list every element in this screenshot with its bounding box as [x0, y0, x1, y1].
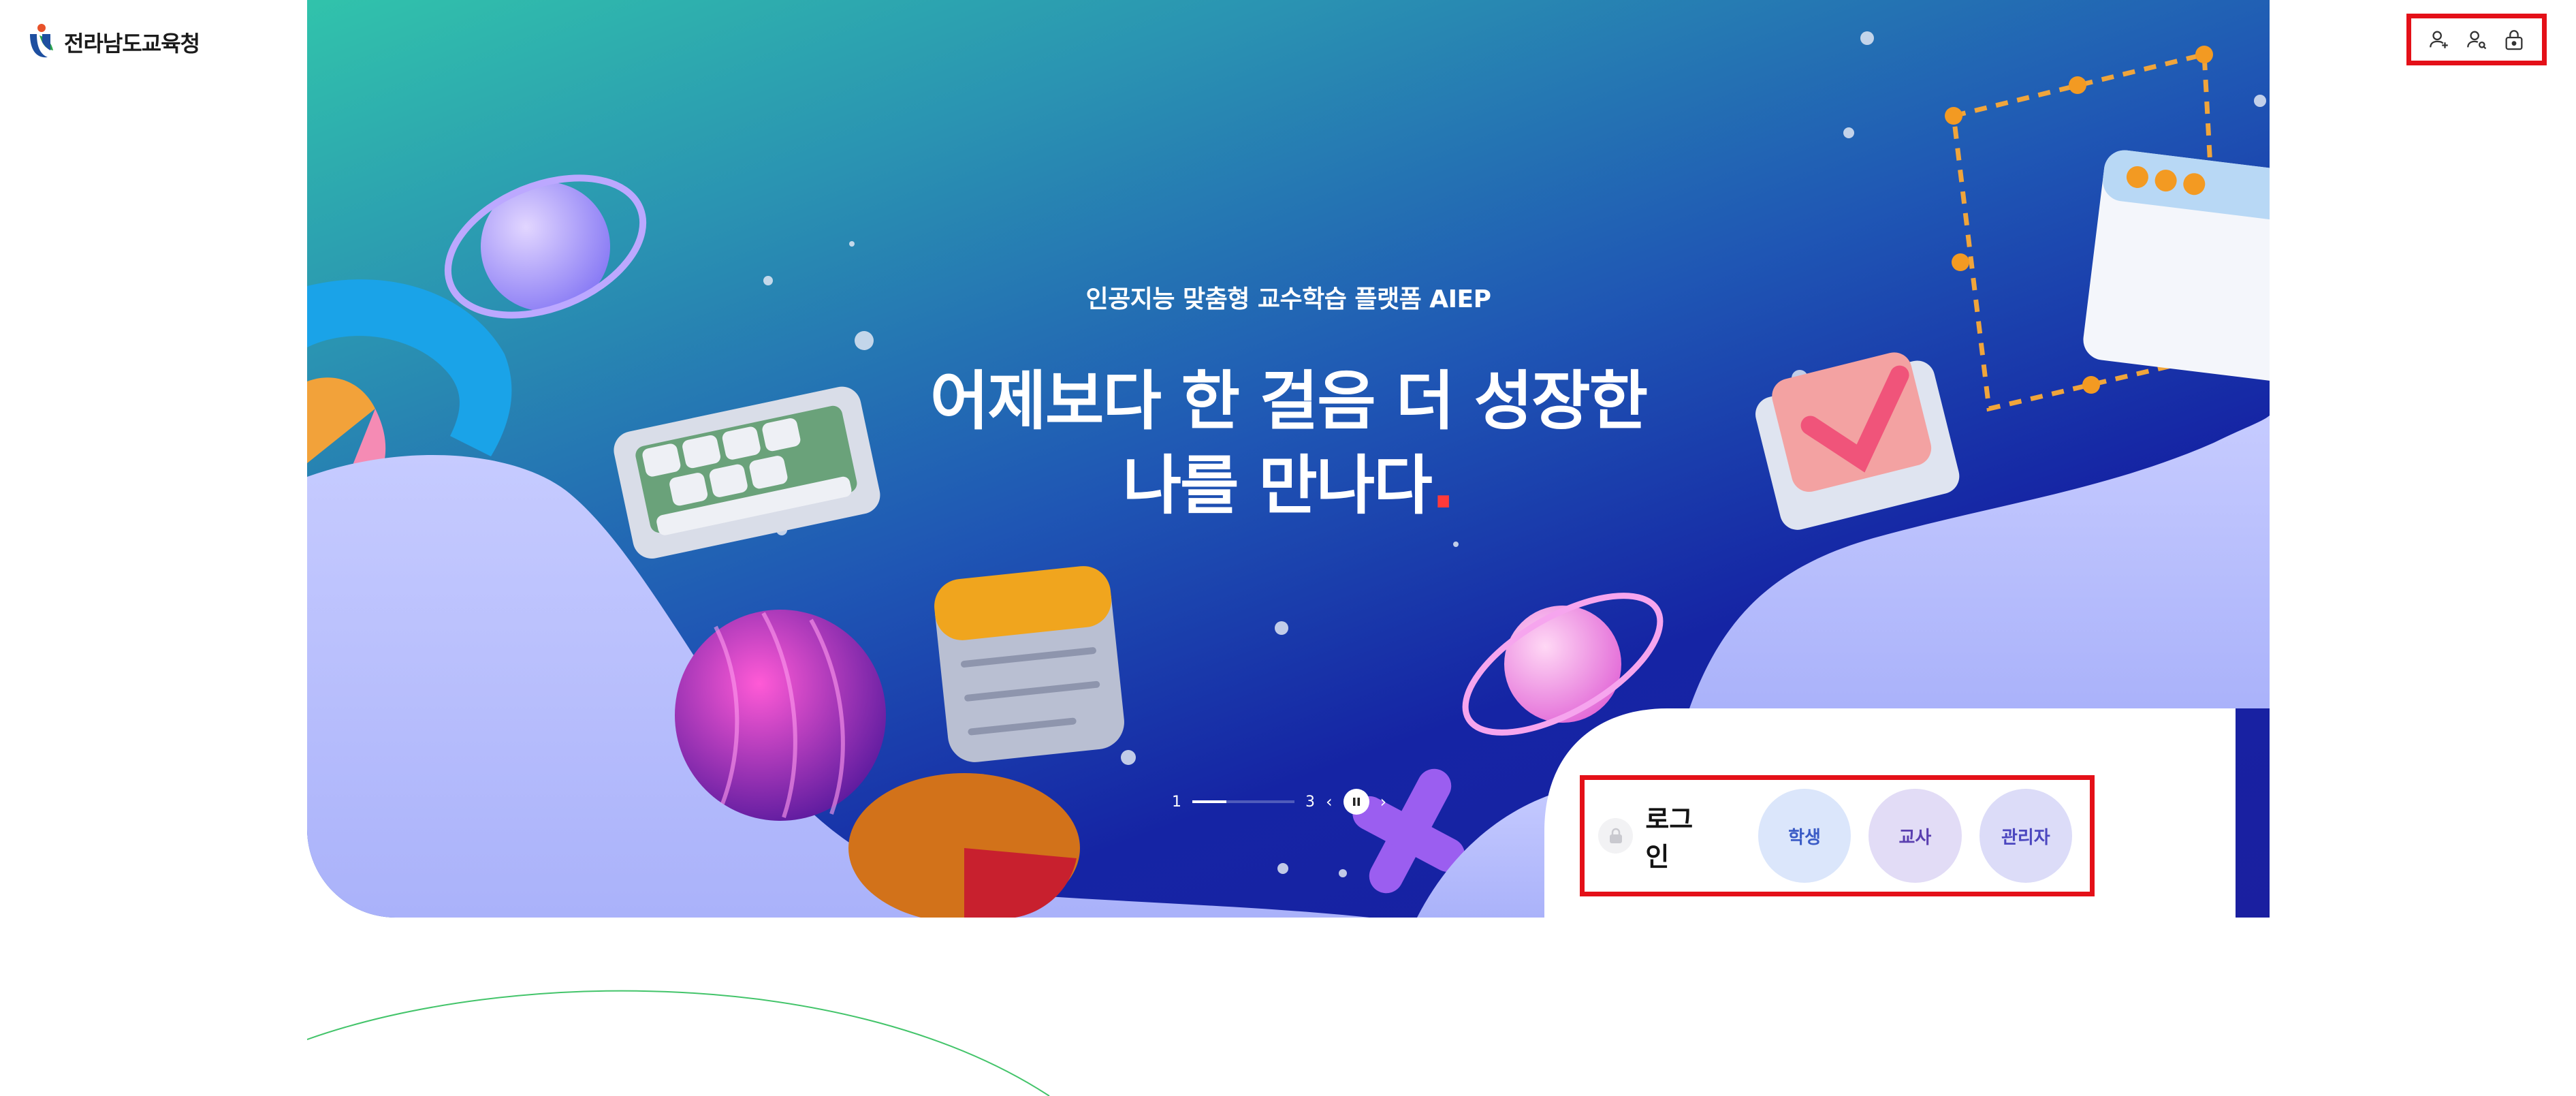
logo[interactable]: 전라남도교육청 — [27, 23, 200, 61]
pause-button[interactable] — [1343, 789, 1369, 815]
pager-progress-fill — [1192, 800, 1226, 803]
password-button[interactable] — [2500, 26, 2528, 53]
login-label: 로그인 — [1598, 798, 1716, 873]
slide-pager: 1 3 ‹ › — [1172, 789, 1386, 815]
hero-title-line-1: 어제보다 한 걸음 더 성장한 — [929, 364, 1648, 439]
lock-icon — [1598, 818, 1634, 854]
hero-title-line-2-text: 나를 만나다 — [1122, 449, 1433, 523]
find-account-button[interactable] — [2463, 26, 2490, 53]
pager-total: 3 — [1305, 793, 1315, 811]
teacher-login-button[interactable]: 교사 — [1869, 789, 1962, 883]
user-add-icon — [2430, 31, 2449, 48]
pager-progress-track — [1192, 800, 1294, 803]
login-panel: 로그인 학생 교사 관리자 — [1580, 775, 2095, 896]
decorative-arc — [307, 990, 1050, 1096]
user-search-icon — [2467, 31, 2487, 50]
education-office-emblem-icon — [27, 23, 56, 61]
hero-title-dot: . — [1431, 449, 1456, 523]
admin-login-button[interactable]: 관리자 — [1979, 789, 2073, 883]
logo-text: 전라남도교육청 — [64, 31, 200, 57]
hero-title: 어제보다 한 걸음 더 성장한 나를 만나다. — [307, 360, 2270, 529]
header-utility-menu — [2406, 14, 2547, 65]
chevron-right-icon[interactable]: › — [1380, 792, 1387, 811]
pause-icon — [1352, 798, 1360, 806]
user-add-button[interactable] — [2426, 26, 2453, 53]
pager-current: 1 — [1172, 793, 1181, 811]
hero-kicker: 인공지능 맞춤형 교수학습 플랫폼 AIEP — [1085, 285, 1491, 313]
chevron-left-icon[interactable]: ‹ — [1326, 792, 1333, 811]
lock-icon — [2505, 30, 2523, 50]
hero-title-line-2: 나를 만나다. — [307, 444, 2270, 529]
login-title: 로그인 — [1645, 804, 1694, 872]
student-login-button[interactable]: 학생 — [1758, 789, 1851, 883]
